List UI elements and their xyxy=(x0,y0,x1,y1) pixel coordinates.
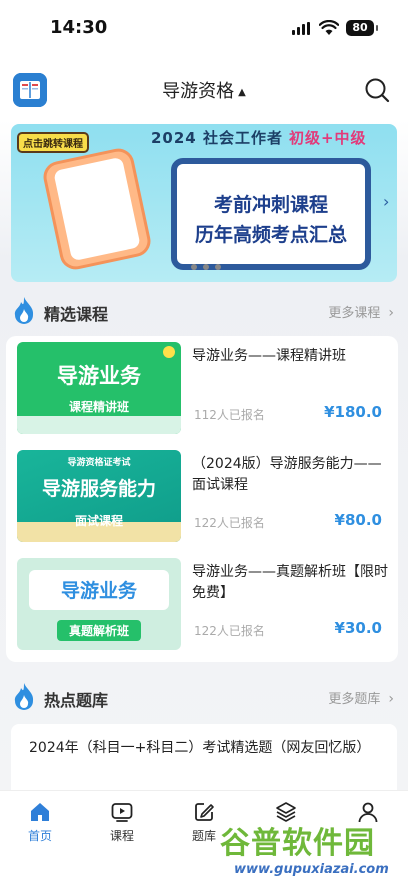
watermark: 谷普软件园 www.gupuxiazai.com xyxy=(220,818,406,880)
banner-line2: 历年高频考点汇总 xyxy=(194,224,347,246)
exam-category-selector[interactable]: 导游资格 ▲ xyxy=(0,77,408,103)
watermark-title: 谷普软件园 xyxy=(220,826,375,861)
wifi-icon xyxy=(319,20,339,35)
course-price: ¥180.0 xyxy=(324,403,382,421)
section-title: 精选课程 xyxy=(44,305,109,324)
more-label: 更多题库 xyxy=(328,692,381,707)
cellular-signal-icon xyxy=(292,22,312,35)
chevron-right-icon: › xyxy=(388,691,394,707)
banner-heading: 2024 社会工作者 初级+中级 xyxy=(151,127,367,148)
thumb-subtitle: 课程精讲班 xyxy=(68,400,129,414)
banner-line1: 考前冲刺课程 xyxy=(213,194,328,216)
home-icon xyxy=(31,803,49,821)
course-price: ¥30.0 xyxy=(334,619,382,637)
promo-banner[interactable]: 点击跳转课程 2024 社会工作者 初级+中级 考前冲刺课程 历年高频考点汇总 › xyxy=(11,124,397,282)
course-thumbnail: 导游业务 真题解析班 xyxy=(17,558,181,650)
status-bar: 14:30 80 xyxy=(0,0,408,58)
exam-title: 2024年（科目一+科目二）考试精选题（网友回忆版） xyxy=(29,740,371,756)
more-courses-link[interactable]: 更多课程 › xyxy=(328,302,394,321)
chevron-right-icon: › xyxy=(388,305,394,321)
tab-courses[interactable]: 课程 xyxy=(92,801,152,844)
enroll-count: 122人已报名 xyxy=(194,624,265,638)
thumb-subtitle: 真题解析班 xyxy=(57,620,141,641)
enroll-count: 112人已报名 xyxy=(194,408,265,422)
featured-section-header: 精选课程 更多课程 › xyxy=(0,294,408,328)
tab-home[interactable]: 首页 xyxy=(10,801,70,844)
exam-item[interactable]: 2024年（科目一+科目二）考试精选题（网友回忆版） xyxy=(11,724,397,794)
thumb-top-text: 导游资格证考试 xyxy=(67,458,131,468)
course-title: 导游业务——真题解析班【限时免费】 xyxy=(192,564,388,601)
edit-icon xyxy=(195,803,214,821)
caret-down-icon: ▲ xyxy=(238,86,246,98)
hot-section-header: 热点题库 更多题库 › xyxy=(0,680,408,714)
more-questions-link[interactable]: 更多题库 › xyxy=(328,688,394,707)
banner-level-text: 初级+中级 xyxy=(288,129,367,147)
banner-top-text: 2024 社会工作者 xyxy=(151,129,283,147)
banner-pagination[interactable] xyxy=(191,264,221,270)
thumb-title: 导游服务能力 xyxy=(41,478,156,500)
enroll-count: 122人已报名 xyxy=(194,516,265,530)
app-header: 导游资格 ▲ xyxy=(0,58,408,120)
thumb-title: 导游业务 xyxy=(60,580,137,602)
phone-illustration xyxy=(40,145,154,273)
thumb-subtitle: 面试课程 xyxy=(74,514,123,528)
banner-board: 考前冲刺课程 历年高频考点汇总 xyxy=(171,158,371,270)
more-label: 更多课程 xyxy=(328,306,381,321)
flame-icon xyxy=(14,683,34,710)
tab-label: 课程 xyxy=(109,829,134,843)
section-title: 热点题库 xyxy=(44,691,109,710)
course-item[interactable]: 导游业务 真题解析班 导游业务——真题解析班【限时免费】 122人已报名 ¥30… xyxy=(6,552,398,652)
course-title: （2024版）导游服务能力——面试课程 xyxy=(192,456,382,493)
battery-icon: 80 xyxy=(346,20,378,36)
flame-icon xyxy=(14,297,34,324)
chevron-right-icon: › xyxy=(383,192,390,211)
status-time: 14:30 xyxy=(50,17,108,38)
page-title: 导游资格 xyxy=(162,81,235,102)
watermark-url: www.gupuxiazai.com xyxy=(234,862,389,877)
course-item[interactable]: 导游业务 课程精讲班 导游业务——课程精讲班 112人已报名 ¥180.0 xyxy=(6,336,398,436)
course-item[interactable]: 导游资格证考试 导游服务能力 面试课程 （2024版）导游服务能力——面试课程 … xyxy=(6,444,398,544)
course-list: 导游业务 课程精讲班 导游业务——课程精讲班 112人已报名 ¥180.0 导游… xyxy=(6,336,398,662)
tab-label: 首页 xyxy=(27,829,52,843)
search-icon[interactable] xyxy=(364,77,390,103)
banner-tag[interactable]: 点击跳转课程 xyxy=(17,132,89,153)
course-price: ¥80.0 xyxy=(334,511,382,529)
course-title: 导游业务——课程精讲班 xyxy=(192,348,346,364)
thumb-title: 导游业务 xyxy=(57,364,141,388)
course-thumbnail: 导游资格证考试 导游服务能力 面试课程 xyxy=(17,450,181,542)
video-icon xyxy=(111,803,133,822)
course-thumbnail: 导游业务 课程精讲班 xyxy=(17,342,181,434)
